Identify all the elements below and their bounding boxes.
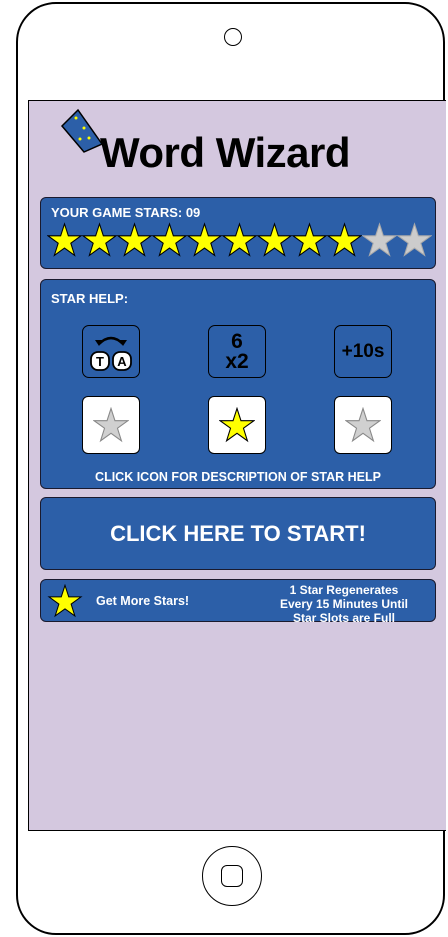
filled-star-icon — [327, 222, 362, 257]
empty-star-icon — [362, 222, 397, 257]
empty-star-icon — [397, 222, 432, 257]
home-button[interactable] — [202, 846, 262, 906]
filled-star-icon — [219, 407, 255, 443]
swap-letters-button[interactable]: T A — [82, 325, 140, 378]
filled-star-icon — [47, 222, 82, 257]
swap-letter-t: T — [96, 354, 104, 369]
help-star-slot-3 — [334, 396, 392, 454]
star-slots — [47, 222, 432, 258]
star-icon — [47, 584, 83, 618]
star-help-panel: STAR HELP: T A 6 x2 +10s CLICK ICON FOR … — [40, 279, 436, 489]
get-more-stars-label: Get More Stars! — [96, 594, 190, 608]
regen-line-2: Every 15 Minutes Until — [279, 597, 409, 611]
start-button-label: CLICK HERE TO START! — [110, 521, 366, 546]
add-time-button[interactable]: +10s — [334, 325, 392, 378]
swap-letters-icon: T A — [90, 336, 132, 371]
regen-line-3: Star Slots are Full — [292, 611, 396, 625]
star-help-note: CLICK ICON FOR DESCRIPTION OF STAR HELP — [95, 470, 381, 484]
double-score-number: 6 — [231, 329, 243, 353]
help-star-slot-1 — [82, 396, 140, 454]
regeneration-info: 1 Star Regenerates Every 15 Minutes Unti… — [269, 583, 419, 625]
filled-star-icon — [117, 222, 152, 257]
wizard-hat-icon — [60, 108, 104, 153]
swap-letter-a: A — [117, 354, 127, 369]
help-star-slot-2 — [208, 396, 266, 454]
add-time-label: +10s — [341, 340, 385, 362]
empty-star-icon — [93, 407, 129, 443]
camera-icon — [224, 28, 242, 46]
double-score-multiplier: x2 — [225, 349, 249, 373]
filled-star-icon — [152, 222, 187, 257]
double-score-button[interactable]: 6 x2 — [208, 325, 266, 378]
start-button[interactable]: CLICK HERE TO START! — [40, 497, 436, 570]
star-help-label: STAR HELP: — [51, 291, 129, 306]
get-more-stars-panel[interactable]: Get More Stars! 1 Star Regenerates Every… — [40, 579, 436, 625]
regen-line-1: 1 Star Regenerates — [289, 583, 399, 597]
filled-star-icon — [292, 222, 327, 257]
filled-star-icon — [82, 222, 117, 257]
filled-star-icon — [257, 222, 292, 257]
game-stars-label: YOUR GAME STARS: 09 — [51, 205, 201, 220]
filled-star-icon — [222, 222, 257, 257]
game-stars-panel: YOUR GAME STARS: 09 — [40, 197, 436, 269]
empty-star-icon — [345, 407, 381, 443]
app-title: Word Wizard — [100, 129, 351, 176]
home-square-icon — [221, 865, 243, 887]
filled-star-icon — [187, 222, 222, 257]
